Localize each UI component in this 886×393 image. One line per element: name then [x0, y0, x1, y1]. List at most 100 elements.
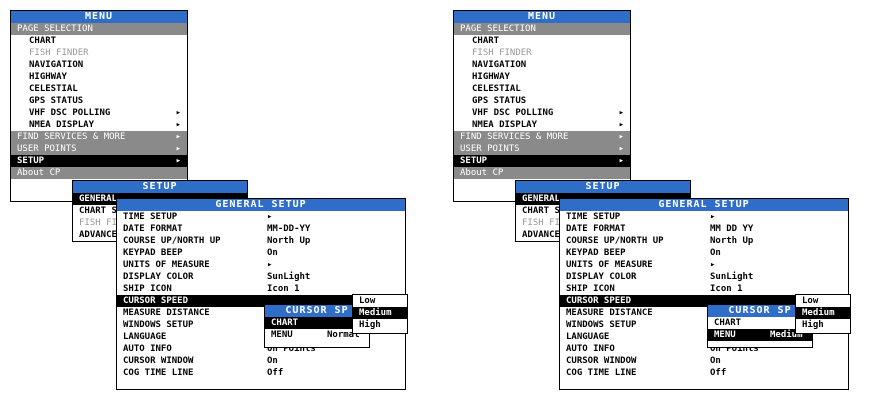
general-setup-menu-item[interactable]: DISPLAY COLOR SunLight — [560, 271, 848, 283]
menu-item-label: CHART — [472, 36, 500, 46]
main-menu: MENU PAGE SELECTION CHART FISH FINDER NAVIGA… — [453, 10, 631, 202]
menu-item-label: VHF DSC POLLING — [29, 108, 111, 118]
menu-item-label: GENERAL — [522, 194, 560, 204]
speed-options-menu-item[interactable]: Medium — [796, 307, 850, 319]
menu-item-label: High — [802, 320, 824, 330]
main-menu-item[interactable]: FISH FINDER — [454, 47, 630, 59]
menu-item-label: UNITS OF MEASURE — [123, 260, 210, 270]
speed-options-menu-item[interactable]: High — [353, 319, 407, 331]
menu-item-label: AUTO INFO — [566, 344, 615, 354]
menu-item-label: High — [359, 320, 381, 330]
main-menu-item[interactable]: CHART — [11, 35, 187, 47]
main-menu-item[interactable]: SETUP ▸ — [454, 155, 630, 167]
menu-item-label: KEYPAD BEEP — [566, 248, 626, 258]
general-setup-menu-title: GENERAL SETUP — [560, 199, 848, 211]
main-menu-item[interactable]: NAVIGATION — [454, 59, 630, 71]
general-setup-menu-item[interactable]: UNITS OF MEASURE ▸ — [560, 259, 848, 271]
menu-item-label: Low — [359, 296, 376, 306]
menu-item-label: ADVANCE — [522, 230, 560, 240]
menu-item-label: AUTO INFO — [123, 344, 172, 354]
right-screen-panel: MENU PAGE SELECTION CHART FISH FINDER NAVIGA… — [443, 0, 886, 393]
general-setup-menu-item[interactable]: DATE FORMAT MM-DD-YY — [117, 223, 405, 235]
main-menu-item[interactable]: NMEA DISPLAY ▸ — [454, 119, 630, 131]
main-menu-item[interactable]: NAVIGATION — [11, 59, 187, 71]
general-setup-menu-item[interactable]: DATE FORMAT MM DD YY — [560, 223, 848, 235]
menu-item-value: Off — [267, 368, 284, 378]
menu-item-label: FISH FI — [79, 218, 117, 228]
menu-item-value: On — [267, 356, 278, 366]
speed-options-menu-item[interactable]: Low — [796, 295, 850, 307]
general-setup-menu-item[interactable]: UNITS OF MEASURE ▸ — [117, 259, 405, 271]
chevron-right-icon: ▸ — [618, 132, 624, 142]
chevron-right-icon: ▸ — [175, 132, 181, 142]
main-menu-item[interactable]: NMEA DISPLAY ▸ — [11, 119, 187, 131]
main-menu-item[interactable]: About CP — [454, 167, 630, 179]
main-menu: MENU PAGE SELECTION CHART FISH FINDER NAVIGA… — [10, 10, 188, 202]
general-setup-menu-item[interactable]: TIME SETUP ▸ — [117, 211, 405, 223]
chevron-right-icon: ▸ — [618, 120, 624, 130]
menu-item-label: HIGHWAY — [29, 72, 67, 82]
main-menu-item[interactable]: VHF DSC POLLING ▸ — [11, 107, 187, 119]
menu-item-label: COG TIME LINE — [566, 368, 637, 378]
menu-item-label: PAGE SELECTION — [460, 24, 536, 34]
chevron-right-icon: ▸ — [618, 156, 624, 166]
main-menu-item[interactable]: FISH FINDER — [11, 47, 187, 59]
menu-item-label: NMEA DISPLAY — [472, 120, 538, 130]
menu-item-label: NAVIGATION — [472, 60, 527, 70]
general-setup-menu-item[interactable]: KEYPAD BEEP On — [117, 247, 405, 259]
menu-item-label: MEASURE DISTANCE — [123, 308, 210, 318]
menu-item-label: LANGUAGE — [123, 332, 167, 342]
menu-item-label: Low — [802, 296, 819, 306]
menu-item-label: DATE FORMAT — [566, 224, 626, 234]
main-menu-item[interactable]: CELESTIAL — [11, 83, 187, 95]
main-menu-item[interactable]: VHF DSC POLLING ▸ — [454, 107, 630, 119]
menu-item-value: ▸ — [710, 212, 716, 222]
menu-item-label: CURSOR WINDOW — [123, 356, 194, 366]
general-setup-menu-item[interactable]: KEYPAD BEEP On — [560, 247, 848, 259]
menu-item-label: HIGHWAY — [472, 72, 510, 82]
main-menu-item[interactable]: FIND SERVICES & MORE ▸ — [11, 131, 187, 143]
general-setup-menu-item[interactable]: DISPLAY COLOR SunLight — [117, 271, 405, 283]
general-setup-menu-item[interactable]: COURSE UP/NORTH UP North Up — [560, 235, 848, 247]
general-setup-menu-item[interactable]: CURSOR WINDOW On — [560, 355, 848, 367]
menu-item-label: SETUP — [460, 156, 488, 166]
main-menu-item[interactable]: SETUP ▸ — [11, 155, 187, 167]
speed-options-menu-item[interactable]: Low — [353, 295, 407, 307]
menu-item-label: NMEA DISPLAY — [29, 120, 95, 130]
main-menu-item[interactable]: USER POINTS ▸ — [454, 143, 630, 155]
main-menu-item[interactable]: CELESTIAL — [454, 83, 630, 95]
main-menu-item[interactable]: About CP — [11, 167, 187, 179]
menu-item-label: WINDOWS SETUP — [566, 320, 637, 330]
general-setup-menu-item[interactable]: COURSE UP/NORTH UP North Up — [117, 235, 405, 247]
general-setup-menu-item[interactable]: CURSOR WINDOW On — [117, 355, 405, 367]
main-menu-item[interactable]: HIGHWAY — [454, 71, 630, 83]
general-setup-menu-item[interactable]: TIME SETUP ▸ — [560, 211, 848, 223]
menu-item-label: TIME SETUP — [566, 212, 621, 222]
general-setup-menu-item[interactable]: COG TIME LINE Off — [560, 367, 848, 379]
menu-item-value: On — [267, 248, 278, 258]
main-menu-item[interactable]: PAGE SELECTION — [454, 23, 630, 35]
menu-item-label: DATE FORMAT — [123, 224, 183, 234]
general-setup-menu-item[interactable]: COG TIME LINE Off — [117, 367, 405, 379]
menu-item-label: DISPLAY COLOR — [123, 272, 194, 282]
speed-options-menu-item[interactable]: Medium — [353, 307, 407, 319]
chevron-right-icon: ▸ — [175, 156, 181, 166]
menu-item-label: FIND SERVICES & MORE — [17, 132, 126, 142]
chevron-right-icon: ▸ — [618, 108, 624, 118]
main-menu-item[interactable]: GPS STATUS — [454, 95, 630, 107]
menu-item-label: VHF DSC POLLING — [472, 108, 554, 118]
menu-item-value: ▸ — [267, 212, 273, 222]
main-menu-item[interactable]: FIND SERVICES & MORE ▸ — [454, 131, 630, 143]
chevron-right-icon: ▸ — [175, 144, 181, 154]
main-menu-item[interactable]: CHART — [454, 35, 630, 47]
main-menu-item[interactable]: USER POINTS ▸ — [11, 143, 187, 155]
speed-options-menu-item[interactable]: High — [796, 319, 850, 331]
menu-item-value: ▸ — [267, 260, 273, 270]
menu-item-label: Medium — [359, 308, 392, 318]
main-menu-item[interactable]: PAGE SELECTION — [11, 23, 187, 35]
menu-item-label: SHIP ICON — [123, 284, 172, 294]
main-menu-item[interactable]: HIGHWAY — [11, 71, 187, 83]
menu-item-value: MM-DD-YY — [267, 224, 311, 234]
main-menu-item[interactable]: GPS STATUS — [11, 95, 187, 107]
menu-item-value: Icon 1 — [267, 284, 300, 294]
